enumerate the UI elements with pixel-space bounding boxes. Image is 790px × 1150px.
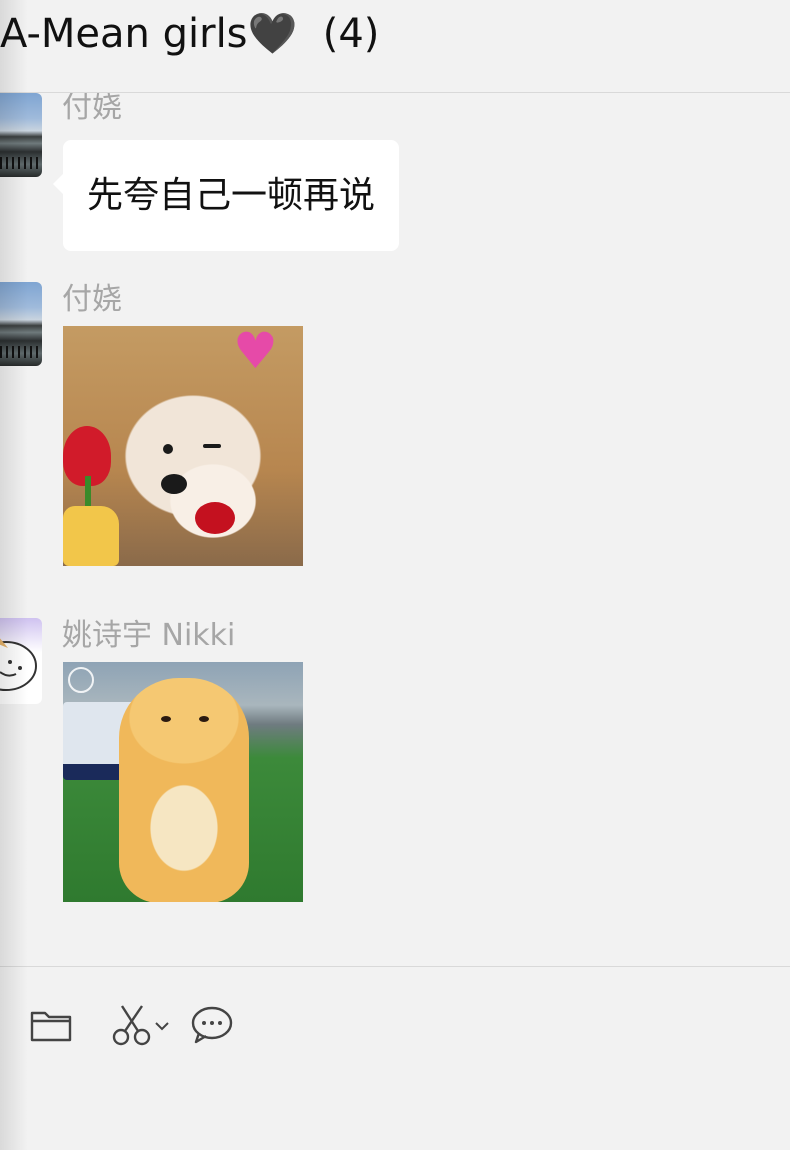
- avatar[interactable]: [0, 282, 42, 366]
- character-body: [119, 678, 249, 902]
- sticker-image[interactable]: [63, 662, 303, 902]
- chat-header: A-Mean girls🖤 (4): [0, 0, 790, 93]
- chevron-down-icon[interactable]: [154, 1017, 170, 1036]
- sticker-image[interactable]: ♥: [63, 326, 303, 566]
- avatar[interactable]: [0, 618, 42, 704]
- heart-icon: ♥: [233, 326, 278, 380]
- message-list[interactable]: 付娆 先夸自己一顿再说 付娆 ♥ 姚诗宇 Nikki: [0, 93, 790, 966]
- message-bubble[interactable]: 先夸自己一顿再说: [52, 140, 400, 251]
- sender-name: 付娆: [62, 282, 122, 317]
- hand-icon: [63, 506, 119, 566]
- sticker-eye: [163, 444, 173, 454]
- sender-name: 姚诗宇 Nikki: [62, 618, 236, 653]
- sticker-badge-icon: [68, 667, 94, 693]
- avatar[interactable]: [0, 93, 42, 177]
- chat-bubble-icon[interactable]: [190, 1005, 234, 1049]
- folder-icon[interactable]: [30, 1007, 72, 1047]
- chat-title: A-Mean girls🖤 (4): [0, 11, 380, 57]
- sticker-nose: [161, 474, 187, 494]
- character-eye: [199, 716, 209, 722]
- chat-toolbar: [0, 967, 790, 1150]
- character-eye: [161, 716, 171, 722]
- cartoon-face-icon: [0, 638, 37, 691]
- sender-name: 付娆: [62, 93, 122, 125]
- sticker-eye: [203, 444, 221, 448]
- scissors-icon[interactable]: [112, 1003, 152, 1051]
- rose-icon: [195, 502, 235, 534]
